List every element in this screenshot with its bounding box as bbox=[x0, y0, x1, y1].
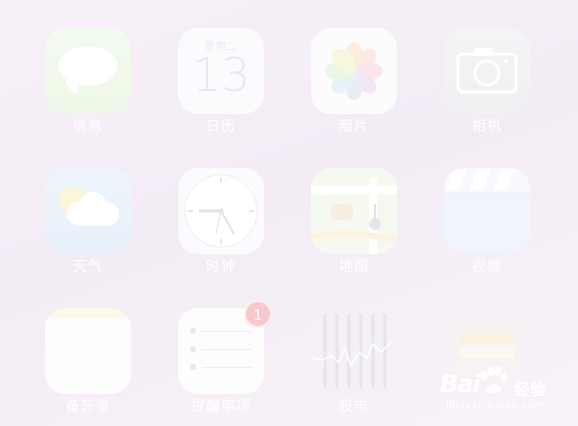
app-notes[interactable]: 备忘录 bbox=[45, 308, 131, 416]
app-label-stocks: 股市 bbox=[339, 399, 369, 415]
app-label-photos: 照片 bbox=[339, 119, 369, 135]
paw-icon bbox=[480, 366, 508, 393]
app-stocks[interactable]: 股市 bbox=[311, 308, 397, 416]
pinwheel-icon bbox=[311, 28, 397, 114]
watermark-brand-suffix: 经验 bbox=[514, 380, 547, 399]
clock-icon bbox=[178, 168, 264, 254]
app-label-weather: 天气 bbox=[73, 259, 103, 275]
notepad-icon bbox=[45, 308, 131, 394]
checklist-icon: 1 bbox=[178, 300, 272, 394]
home-screen: 信息 星期二 13 日历 照片 相机 天气 时钟 地图 视频 备忘录 1 提醒事… bbox=[0, 0, 578, 426]
app-label-calendar: 日历 bbox=[206, 119, 236, 135]
app-label-videos: 视频 bbox=[472, 259, 502, 275]
app-camera[interactable]: 相机 bbox=[444, 28, 530, 136]
app-videos[interactable]: 视频 bbox=[444, 168, 530, 276]
app-label-camera: 相机 bbox=[472, 119, 502, 135]
app-clock[interactable]: 时钟 bbox=[178, 168, 264, 276]
watermark-url: jingyan.baidu.com bbox=[446, 400, 544, 411]
sun-cloud-icon bbox=[45, 168, 131, 254]
app-calendar[interactable]: 星期二 13 日历 bbox=[178, 28, 264, 136]
app-weather[interactable]: 天气 bbox=[45, 168, 131, 276]
app-label-clock: 时钟 bbox=[206, 259, 236, 275]
calendar-icon: 星期二 13 bbox=[178, 28, 264, 114]
notification-badge: 1 bbox=[244, 300, 272, 328]
calendar-date: 13 bbox=[191, 48, 251, 102]
app-label-maps: 地图 bbox=[339, 259, 369, 275]
baidu-jingyan-watermark: Bai 经验 jingyan.baidu.com bbox=[440, 366, 576, 420]
app-maps[interactable]: 地图 bbox=[311, 168, 397, 276]
watermark-brand: Bai bbox=[440, 370, 481, 398]
map-icon bbox=[311, 168, 397, 254]
app-messages[interactable]: 信息 bbox=[45, 28, 131, 136]
app-label-notes: 备忘录 bbox=[65, 399, 111, 415]
app-reminders[interactable]: 1 提醒事项 bbox=[178, 300, 272, 416]
app-label-reminders: 提醒事项 bbox=[191, 399, 251, 415]
stock-chart-icon bbox=[311, 308, 397, 394]
camera-icon bbox=[444, 28, 530, 114]
speech-bubble-icon bbox=[45, 28, 131, 114]
app-label-messages: 信息 bbox=[73, 119, 103, 135]
clapperboard-icon bbox=[444, 168, 530, 254]
app-photos[interactable]: 照片 bbox=[311, 28, 397, 136]
